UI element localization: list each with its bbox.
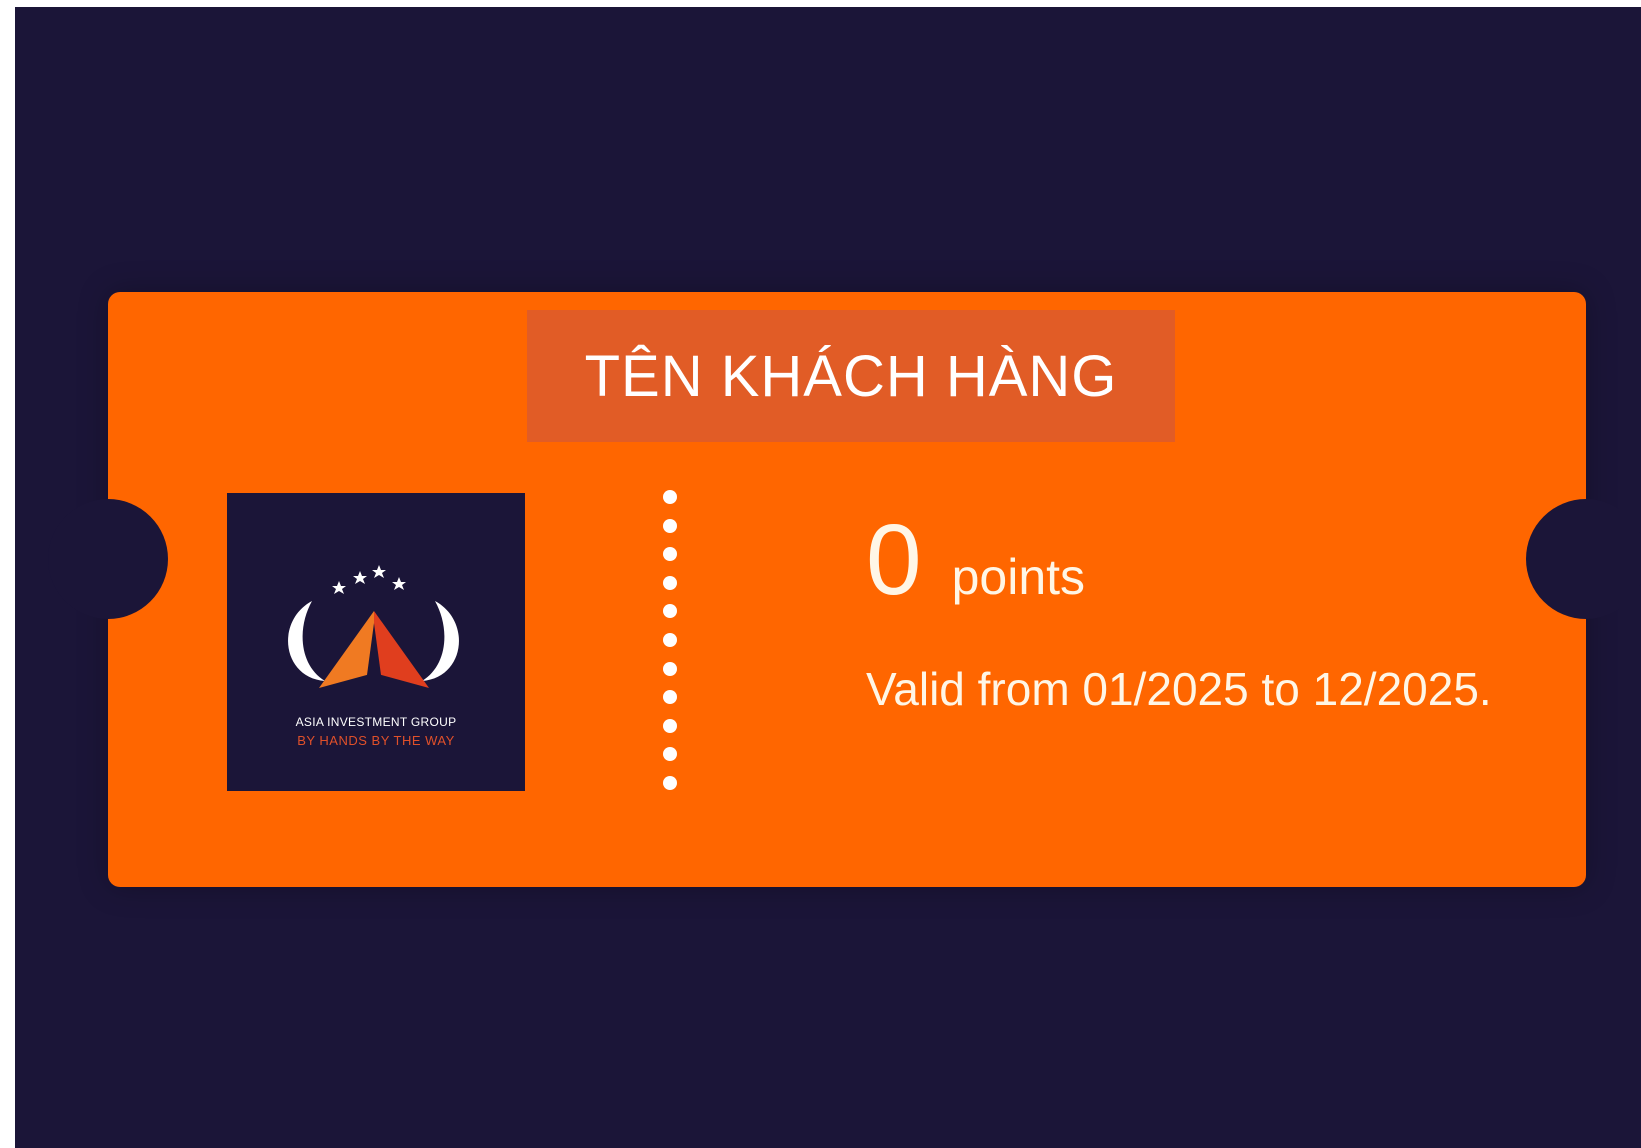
ticket-notch-left — [48, 499, 168, 619]
logo-slogan: BY HANDS BY THE WAY — [297, 733, 455, 748]
perforation-dot — [663, 747, 677, 762]
customer-name-banner: TÊN KHÁCH HÀNG — [527, 310, 1175, 442]
perforation-dot — [663, 632, 677, 647]
perforation-dot — [663, 604, 677, 619]
page-background: TÊN KHÁCH HÀNG ASIA INVESTMENT GROUP BY … — [15, 7, 1641, 1148]
perforation-dot — [663, 690, 677, 705]
ticket-notch-right — [1526, 499, 1641, 619]
perforation-dot — [663, 775, 677, 790]
validity-period: Valid from 01/2025 to 12/2025. — [866, 663, 1492, 715]
perforation-dot — [663, 490, 677, 504]
perforation-dot — [663, 661, 677, 676]
perforation-dot — [663, 718, 677, 733]
loyalty-card: TÊN KHÁCH HÀNG ASIA INVESTMENT GROUP BY … — [48, 292, 1641, 887]
points-unit: points — [951, 549, 1086, 605]
perforation-dot — [663, 518, 677, 533]
points-display: 0 points — [866, 510, 1085, 610]
company-logo: ASIA INVESTMENT GROUP BY HANDS BY THE WA… — [227, 493, 525, 791]
perforation-divider — [662, 490, 678, 790]
perforation-dot — [663, 575, 677, 590]
logo-company-name: ASIA INVESTMENT GROUP — [295, 715, 457, 729]
points-value: 0 — [866, 504, 922, 616]
perforation-dot — [663, 547, 677, 562]
customer-name: TÊN KHÁCH HÀNG — [584, 343, 1118, 409]
